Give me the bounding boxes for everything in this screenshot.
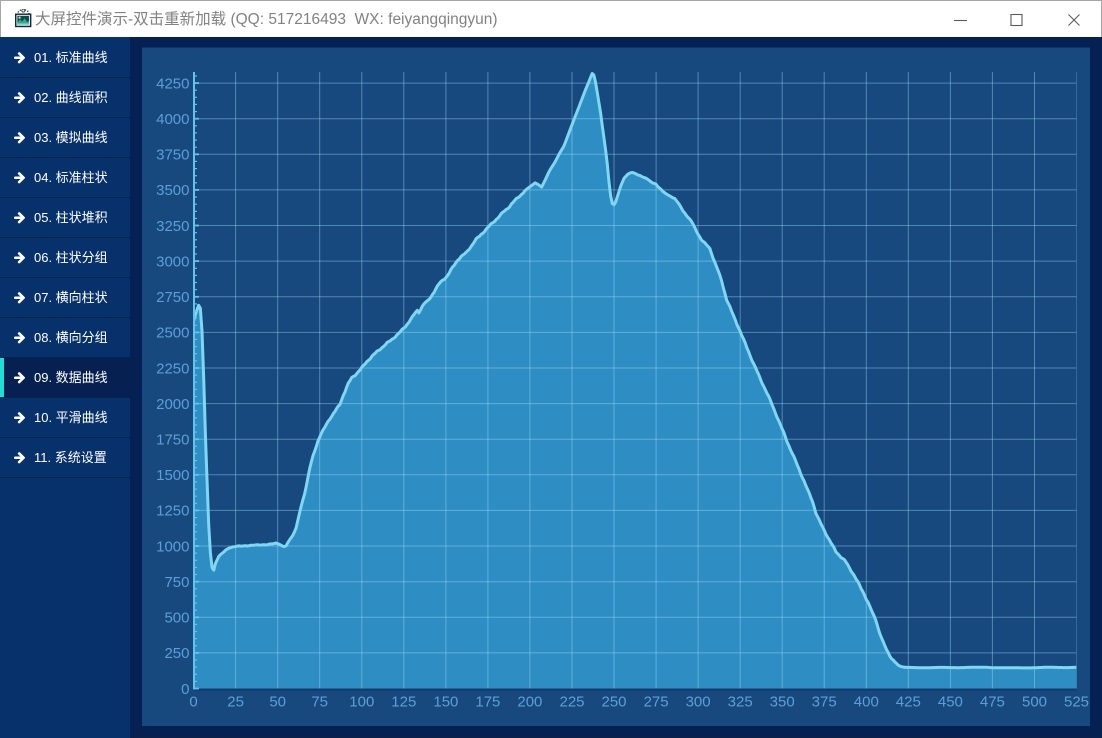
svg-text:750: 750 <box>164 574 189 591</box>
svg-text:2000: 2000 <box>156 396 189 413</box>
svg-text:150: 150 <box>433 694 458 711</box>
svg-text:200: 200 <box>517 694 542 711</box>
svg-text:1000: 1000 <box>156 538 189 555</box>
svg-text:275: 275 <box>644 694 669 711</box>
svg-text:0: 0 <box>181 681 189 698</box>
svg-text:1500: 1500 <box>156 467 189 484</box>
svg-text:300: 300 <box>686 694 711 711</box>
svg-text:3750: 3750 <box>156 147 189 164</box>
svg-text:100: 100 <box>349 694 374 711</box>
svg-text:125: 125 <box>391 694 416 711</box>
svg-text:250: 250 <box>164 645 189 662</box>
svg-text:2250: 2250 <box>156 360 189 377</box>
svg-text:3000: 3000 <box>156 253 189 270</box>
svg-text:325: 325 <box>728 694 753 711</box>
svg-text:500: 500 <box>1022 694 1047 711</box>
svg-text:500: 500 <box>164 610 189 627</box>
svg-text:525: 525 <box>1064 694 1089 711</box>
svg-text:3500: 3500 <box>156 182 189 199</box>
svg-text:2750: 2750 <box>156 289 189 306</box>
svg-text:50: 50 <box>269 694 286 711</box>
svg-text:3250: 3250 <box>156 218 189 235</box>
svg-text:2500: 2500 <box>156 325 189 342</box>
svg-text:450: 450 <box>938 694 963 711</box>
svg-text:175: 175 <box>475 694 500 711</box>
svg-text:425: 425 <box>896 694 921 711</box>
svg-text:400: 400 <box>854 694 879 711</box>
svg-text:475: 475 <box>980 694 1005 711</box>
svg-text:75: 75 <box>311 694 328 711</box>
svg-text:1250: 1250 <box>156 503 189 520</box>
svg-text:4250: 4250 <box>156 75 189 92</box>
svg-text:0: 0 <box>189 694 197 711</box>
svg-text:4000: 4000 <box>156 111 189 128</box>
svg-text:25: 25 <box>227 694 244 711</box>
svg-text:350: 350 <box>770 694 795 711</box>
svg-text:1750: 1750 <box>156 432 189 449</box>
svg-text:225: 225 <box>559 694 584 711</box>
svg-text:375: 375 <box>812 694 837 711</box>
svg-text:250: 250 <box>601 694 626 711</box>
